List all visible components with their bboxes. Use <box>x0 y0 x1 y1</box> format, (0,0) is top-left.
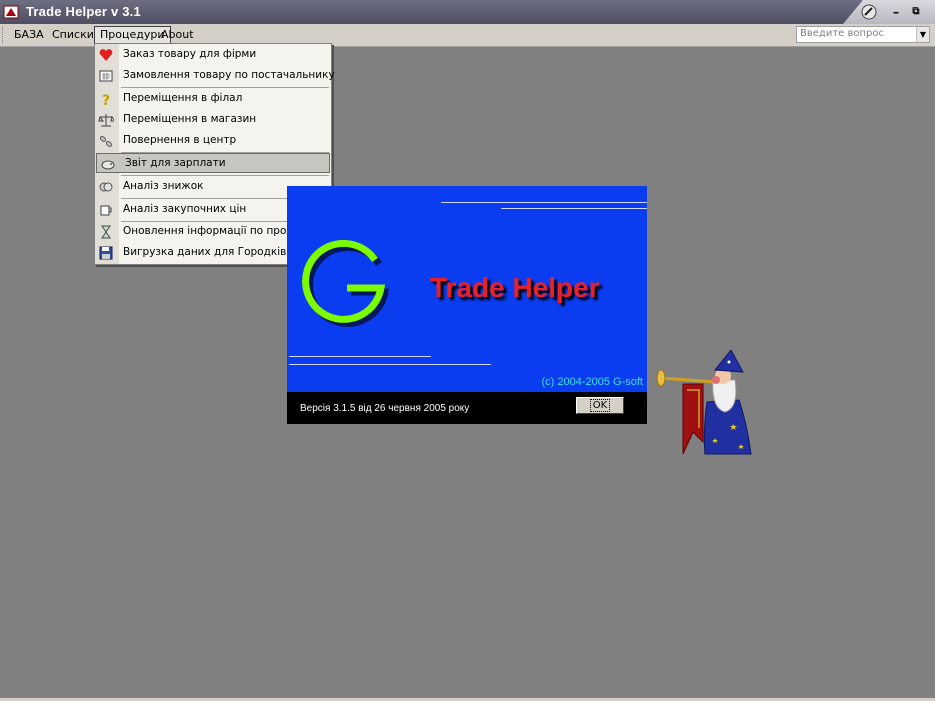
menu-about[interactable]: About <box>156 27 199 43</box>
heart-icon <box>99 49 113 61</box>
title-bar: Trade Helper v 3.1 – ⧉ <box>0 0 935 24</box>
pills-icon <box>99 136 113 147</box>
window-title: Trade Helper v 3.1 <box>26 4 141 19</box>
menu-item-order-firm[interactable]: Заказ товару для фірми <box>95 45 331 65</box>
wizard-assistant-icon[interactable] <box>655 350 755 460</box>
splash-screen: Trade Helper (c) 2004-2005 G-soft Версія… <box>287 186 647 424</box>
menu-spysky[interactable]: Списки <box>47 27 99 43</box>
svg-text:?: ? <box>102 93 110 107</box>
calculator-icon <box>99 70 113 82</box>
office-help-icon[interactable] <box>861 4 877 20</box>
menu-item-order-supplier[interactable]: Замовлення товару по постачальнику <box>95 66 335 86</box>
splash-footer: Версія 3.1.5 від 26 червня 2005 року OK <box>287 392 647 424</box>
piggy-bank-icon <box>101 160 115 170</box>
copyright: (c) 2004-2005 G-soft <box>541 376 644 388</box>
menu-item-return-center[interactable]: Повернення в центр <box>95 131 331 151</box>
brand-name: Trade Helper <box>430 272 600 303</box>
menu-item-salary-report[interactable]: Звіт для зарплати <box>96 153 330 173</box>
restore-icon[interactable]: ⧉ <box>906 3 926 21</box>
chevron-down-icon[interactable]: ▼ <box>916 27 929 42</box>
ok-button[interactable]: OK <box>576 397 624 414</box>
coins-icon <box>99 182 113 192</box>
ask-question-box[interactable]: Введите вопрос ▼ <box>796 26 930 43</box>
menu-item-move-branch[interactable]: ? Переміщення в філал <box>95 89 331 109</box>
menu-item-move-store[interactable]: Переміщення в магазин <box>95 110 331 130</box>
hourglass-icon <box>101 225 111 239</box>
toolbar-grip[interactable] <box>2 27 6 43</box>
menu-baza[interactable]: БАЗА <box>9 27 49 43</box>
ask-question-input[interactable]: Введите вопрос <box>800 28 884 39</box>
minimize-icon[interactable]: – <box>886 3 906 21</box>
scales-icon <box>98 114 114 127</box>
floppy-icon <box>99 246 113 260</box>
version-text: Версія 3.1.5 від 26 червня 2005 року <box>300 403 470 414</box>
g-logo-icon <box>302 239 390 327</box>
app-icon <box>3 5 19 19</box>
mug-icon <box>100 205 112 216</box>
window-controls: – ⧉ <box>843 0 935 24</box>
question-icon: ? <box>102 93 110 107</box>
